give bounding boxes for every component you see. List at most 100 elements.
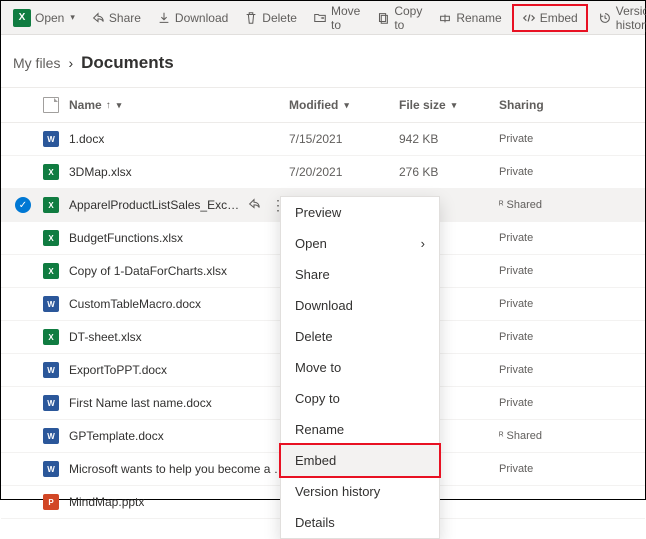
context-embed[interactable]: Embed bbox=[279, 443, 441, 478]
row-select-radio[interactable] bbox=[15, 131, 31, 147]
chevron-down-icon: ▾ bbox=[70, 12, 75, 23]
context-rename[interactable]: Rename bbox=[281, 414, 439, 445]
breadcrumb-root[interactable]: My files bbox=[13, 55, 60, 71]
file-size: 942 KB bbox=[399, 132, 499, 146]
open-button[interactable]: X Open ▾ bbox=[7, 5, 81, 31]
chevron-down-icon: ▾ bbox=[117, 100, 122, 111]
file-name[interactable]: GPTemplate.docx bbox=[69, 429, 164, 443]
embed-label: Embed bbox=[540, 11, 578, 25]
file-sharing: Private bbox=[499, 298, 637, 310]
share-icon bbox=[91, 11, 105, 25]
file-name[interactable]: CustomTableMacro.docx bbox=[69, 297, 201, 311]
sharing-column-label: Sharing bbox=[499, 98, 544, 112]
file-name[interactable]: ExportToPPT.docx bbox=[69, 363, 167, 377]
docx-file-icon: W bbox=[43, 296, 59, 312]
row-select-radio[interactable] bbox=[15, 164, 31, 180]
file-name[interactable]: Microsoft wants to help you become a bet… bbox=[69, 462, 289, 476]
copyto-label: Copy to bbox=[394, 4, 422, 32]
modified-column[interactable]: Modified ▾ bbox=[289, 98, 399, 112]
file-sharing: Private bbox=[499, 166, 637, 178]
share-label: Share bbox=[109, 11, 141, 25]
docx-file-icon: W bbox=[43, 395, 59, 411]
copyto-icon bbox=[376, 11, 390, 25]
file-sharing: Private bbox=[499, 232, 637, 244]
row-select-radio[interactable] bbox=[15, 263, 31, 279]
row-select-radio[interactable] bbox=[15, 428, 31, 444]
people-icon: ᴿ bbox=[499, 200, 504, 211]
row-select-radio[interactable] bbox=[15, 329, 31, 345]
context-open[interactable]: Open› bbox=[281, 228, 439, 259]
sort-ascending-icon: ↑ bbox=[106, 100, 111, 111]
row-select-radio[interactable] bbox=[15, 362, 31, 378]
delete-button[interactable]: Delete bbox=[238, 7, 303, 29]
row-select-radio[interactable] bbox=[15, 230, 31, 246]
docx-file-icon: W bbox=[43, 362, 59, 378]
file-icon-column bbox=[43, 97, 69, 113]
rename-label: Rename bbox=[456, 11, 501, 25]
history-icon bbox=[598, 11, 612, 25]
context-moveto[interactable]: Move to bbox=[281, 352, 439, 383]
copyto-button[interactable]: Copy to bbox=[370, 0, 428, 36]
share-button[interactable]: Share bbox=[85, 7, 147, 29]
context-copyto[interactable]: Copy to bbox=[281, 383, 439, 414]
xlsx-file-icon: X bbox=[43, 329, 59, 345]
chevron-right-icon: › bbox=[68, 55, 73, 71]
chevron-down-icon: ▾ bbox=[452, 100, 457, 111]
table-row[interactable]: X3DMap.xlsx7/20/2021276 KBPrivate bbox=[1, 156, 645, 189]
file-name[interactable]: BudgetFunctions.xlsx bbox=[69, 231, 183, 245]
moveto-button[interactable]: Move to bbox=[307, 0, 366, 36]
delete-label: Delete bbox=[262, 11, 297, 25]
download-button[interactable]: Download bbox=[151, 7, 234, 29]
delete-icon bbox=[244, 11, 258, 25]
xlsx-file-icon: X bbox=[43, 197, 59, 213]
row-select-radio[interactable] bbox=[15, 494, 31, 510]
file-name[interactable]: ApparelProductListSales_Excel... bbox=[69, 198, 241, 212]
context-delete[interactable]: Delete bbox=[281, 321, 439, 352]
row-select-radio[interactable] bbox=[15, 395, 31, 411]
file-modified: 7/20/2021 bbox=[289, 165, 399, 179]
excel-icon: X bbox=[13, 9, 31, 27]
file-name[interactable]: 3DMap.xlsx bbox=[69, 165, 132, 179]
embed-icon bbox=[522, 11, 536, 25]
breadcrumb-current: Documents bbox=[81, 53, 174, 73]
share-icon[interactable] bbox=[247, 197, 261, 214]
version-button[interactable]: Version history bbox=[592, 0, 646, 36]
filesize-column[interactable]: File size ▾ bbox=[399, 98, 499, 112]
table-row[interactable]: W1.docx7/15/2021942 KBPrivate bbox=[1, 123, 645, 156]
sharing-column[interactable]: Sharing bbox=[499, 98, 637, 112]
command-bar: X Open ▾ Share Download Delete Move to C… bbox=[1, 1, 645, 35]
open-label: Open bbox=[35, 11, 64, 25]
version-label: Version history bbox=[616, 4, 646, 32]
context-menu: Preview Open› Share Download Delete Move… bbox=[280, 196, 440, 539]
download-label: Download bbox=[175, 11, 228, 25]
context-download[interactable]: Download bbox=[281, 290, 439, 321]
context-version[interactable]: Version history bbox=[281, 476, 439, 507]
file-sharing: ᴿShared bbox=[499, 199, 637, 211]
file-sharing: Private bbox=[499, 397, 637, 409]
chevron-down-icon: ▾ bbox=[344, 100, 349, 111]
embed-button[interactable]: Embed bbox=[516, 7, 584, 29]
file-sharing: Private bbox=[499, 133, 637, 145]
rename-button[interactable]: Rename bbox=[432, 7, 507, 29]
context-preview[interactable]: Preview bbox=[281, 197, 439, 228]
file-name[interactable]: Copy of 1-DataForCharts.xlsx bbox=[69, 264, 227, 278]
row-select-radio[interactable] bbox=[15, 461, 31, 477]
file-name[interactable]: First Name last name.docx bbox=[69, 396, 212, 410]
xlsx-file-icon: X bbox=[43, 230, 59, 246]
file-table-header: Name ↑ ▾ Modified ▾ File size ▾ Sharing bbox=[1, 87, 645, 123]
rename-icon bbox=[438, 11, 452, 25]
document-icon bbox=[43, 97, 59, 113]
people-icon: ᴿ bbox=[499, 431, 504, 442]
file-sharing: ᴿShared bbox=[499, 430, 637, 442]
file-modified: 7/15/2021 bbox=[289, 132, 399, 146]
file-name[interactable]: MindMap.pptx bbox=[69, 495, 144, 509]
row-select-radio[interactable] bbox=[15, 197, 31, 213]
context-details[interactable]: Details bbox=[281, 507, 439, 538]
filesize-column-label: File size bbox=[399, 98, 446, 112]
row-select-radio[interactable] bbox=[15, 296, 31, 312]
file-name[interactable]: 1.docx bbox=[69, 132, 104, 146]
name-column[interactable]: Name ↑ ▾ bbox=[69, 98, 289, 112]
file-sharing: Private bbox=[499, 331, 637, 343]
file-name[interactable]: DT-sheet.xlsx bbox=[69, 330, 142, 344]
context-share[interactable]: Share bbox=[281, 259, 439, 290]
